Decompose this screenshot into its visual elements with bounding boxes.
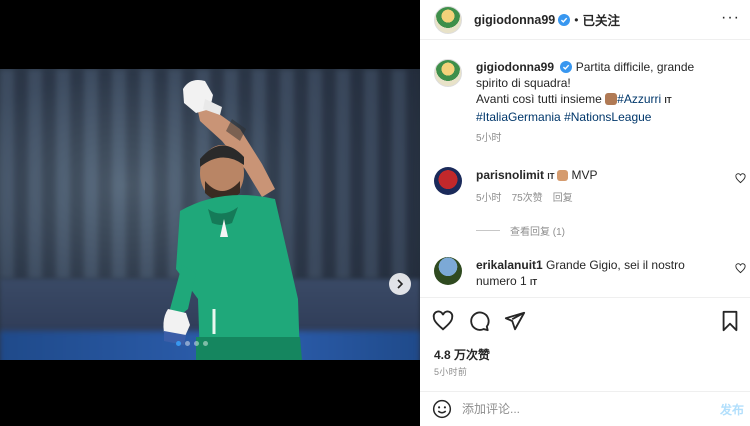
comment-username[interactable]: parisnolimit (476, 168, 544, 182)
caption-text-line2: Avanti così tutti insieme (476, 92, 606, 106)
clap-emoji-icon (557, 170, 569, 181)
carousel-dot (194, 341, 199, 346)
post-panel: gigiodonna99 • 已关注 ··· gigiodonna99 Part… (420, 0, 750, 426)
share-send-icon[interactable] (504, 310, 526, 332)
italy-flag-label: IT (547, 172, 555, 181)
hashtag-italiagermania[interactable]: #ItaliaGermania (476, 110, 561, 124)
author-username[interactable]: gigiodonna99 (474, 13, 555, 27)
caption: gigiodonna99 Partita difficile, grande s… (434, 59, 726, 147)
like-count[interactable]: 4.8 万次赞 (434, 346, 490, 363)
author-avatar[interactable] (434, 5, 462, 34)
post-header: gigiodonna99 • 已关注 ··· (420, 0, 750, 40)
verified-badge-icon (560, 61, 573, 73)
comment-like-count[interactable]: 75次赞 (512, 191, 543, 207)
next-image-button[interactable] (389, 273, 411, 295)
save-bookmark-icon[interactable] (720, 310, 740, 332)
post-actions: 4.8 万次赞 5小时前 (420, 297, 750, 390)
clap-hands-emoji-icon (605, 93, 618, 105)
comment-input[interactable] (462, 402, 692, 416)
caption-username[interactable]: gigiodonna99 (476, 60, 554, 74)
view-replies-button[interactable]: 查看回复 (1) (476, 223, 565, 238)
italy-flag-label: IT (530, 278, 538, 287)
comment-text: MVP (571, 168, 598, 182)
post-comment-button[interactable]: 发布 (720, 401, 744, 418)
commenter-avatar[interactable] (434, 257, 462, 285)
verified-badge-icon (558, 13, 571, 26)
carousel-dot (185, 341, 190, 346)
comments-section: gigiodonna99 Partita difficile, grande s… (420, 41, 750, 297)
hashtag-nationsleague[interactable]: #NationsLeague (564, 110, 651, 124)
goalkeeper-figure (163, 80, 302, 360)
caption-time: 5小时 (476, 133, 502, 144)
carousel-dot (203, 341, 208, 346)
follow-status-button[interactable]: 已关注 (582, 10, 620, 29)
comment-item: erikalanuit1 Grande Gigio, sei il nostro… (434, 257, 726, 291)
post-media (0, 0, 420, 426)
commenter-avatar[interactable] (434, 167, 462, 195)
comment-time: 5小时 (476, 193, 502, 204)
carousel-dot-active (176, 341, 181, 346)
like-heart-icon[interactable] (432, 310, 454, 332)
emoji-smile-icon[interactable] (432, 399, 452, 419)
comment-composer: 发布 (420, 391, 750, 426)
comment-username[interactable]: erikalanuit1 (476, 258, 543, 272)
more-options-icon[interactable]: ··· (721, 10, 740, 26)
hashtag-azzurri[interactable]: #Azzurri (617, 92, 661, 106)
comment-like-heart-icon[interactable] (735, 263, 746, 274)
chevron-right-icon (397, 279, 404, 289)
view-replies-label: 查看回复 (1) (510, 227, 565, 238)
caption-avatar[interactable] (434, 59, 462, 87)
separator-dot: • (574, 12, 579, 27)
comment-bubble-icon[interactable] (468, 310, 490, 332)
post-photo[interactable] (0, 69, 420, 360)
italy-flag-label: IT (664, 96, 672, 105)
comment-like-heart-icon[interactable] (735, 173, 746, 184)
reply-line-divider (476, 230, 500, 231)
carousel-dots (176, 341, 208, 346)
post-time: 5小时前 (434, 367, 468, 377)
reply-button[interactable]: 回复 (553, 191, 573, 207)
comment-item: parisnolimit IT MVP 5小时 75次赞 回复 (434, 167, 726, 207)
